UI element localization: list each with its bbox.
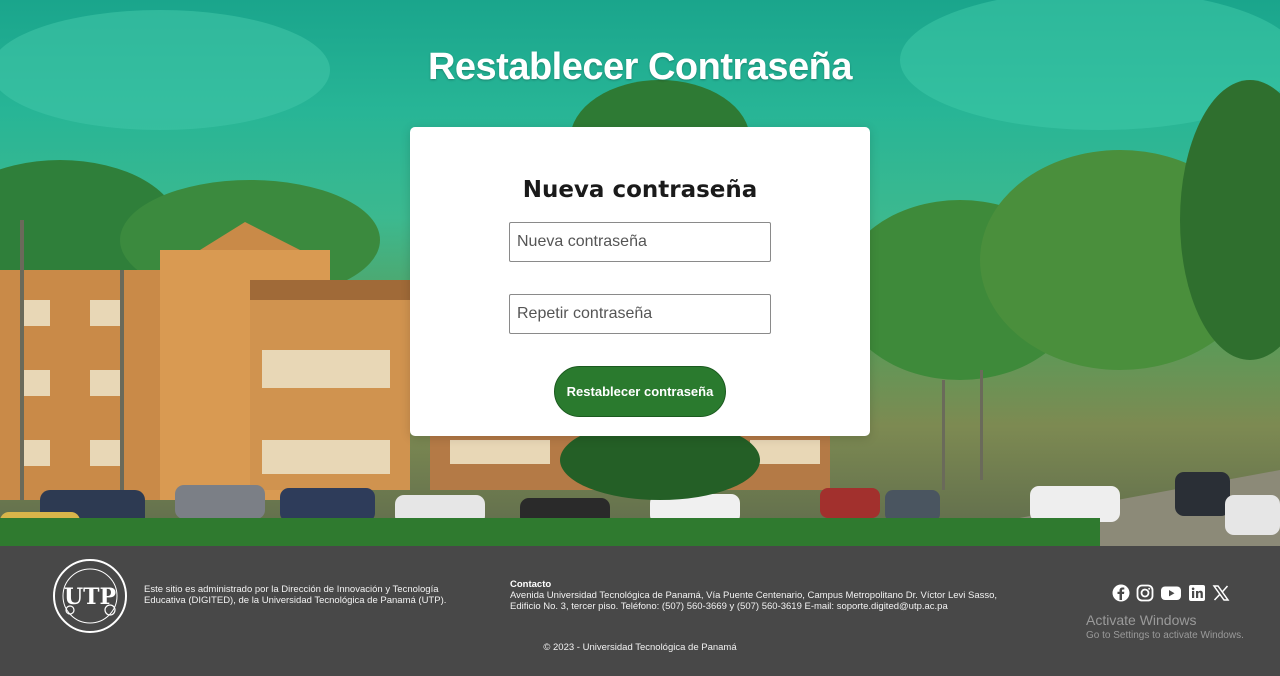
utp-seal-logo: UTP (53, 559, 127, 633)
facebook-icon[interactable] (1112, 584, 1130, 602)
footer: UTP Este sitio es administrado por la Di… (0, 546, 1280, 676)
reset-password-card: Nueva contraseña Restablecer contraseña (410, 127, 870, 436)
windows-activation-watermark: Activate Windows Go to Settings to activ… (1086, 612, 1244, 641)
linkedin-icon[interactable] (1188, 584, 1206, 602)
page-title: Restablecer Contraseña (427, 46, 853, 88)
youtube-icon[interactable] (1160, 584, 1182, 602)
reset-password-button[interactable]: Restablecer contraseña (554, 366, 726, 417)
repeat-password-input[interactable] (509, 294, 771, 334)
watermark-line2: Go to Settings to activate Windows. (1086, 630, 1244, 641)
contact-text: Avenida Universidad Tecnológica de Panam… (510, 590, 998, 612)
x-icon[interactable] (1212, 584, 1230, 602)
instagram-icon[interactable] (1136, 584, 1154, 602)
social-links (1112, 584, 1230, 602)
copyright-text: © 2023 - Universidad Tecnológica de Pana… (543, 642, 737, 653)
contact-heading: Contacto (510, 579, 552, 590)
new-password-input[interactable] (509, 222, 771, 262)
watermark-line1: Activate Windows (1086, 612, 1197, 628)
copyright: © 2023 - Universidad Tecnológica de Pana… (0, 642, 1280, 653)
footer-about-text: Este sitio es administrado por la Direcc… (144, 584, 447, 606)
form-heading: Nueva contraseña (522, 177, 758, 203)
